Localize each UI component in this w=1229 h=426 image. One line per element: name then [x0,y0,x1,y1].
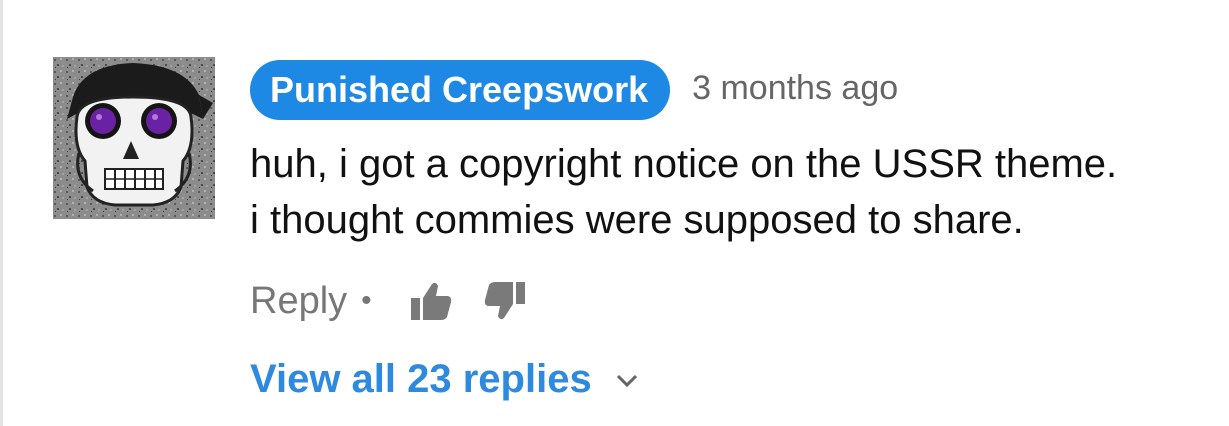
avatar[interactable] [53,57,215,219]
comment-header: Punished Creepswork 3 months ago [250,60,1210,120]
comment-actions: Reply • [250,276,1210,326]
skull-avatar-image [53,57,215,219]
comment-text: huh, i got a copyright notice on the USS… [250,136,1210,248]
reply-button[interactable]: Reply [250,276,347,326]
comment-body: Punished Creepswork 3 months ago huh, i … [250,60,1210,404]
thumbs-up-icon [410,282,451,320]
action-separator: • [361,284,372,317]
comment-timestamp[interactable]: 3 months ago [692,69,898,112]
comment-thread: Punished Creepswork 3 months ago huh, i … [0,0,1229,426]
view-replies-label: View all 23 replies [250,357,592,401]
like-button[interactable] [410,281,452,321]
view-replies-button[interactable]: View all 23 replies [250,354,1210,404]
author-name[interactable]: Punished Creepswork [250,60,671,120]
comment-text-line: i thought commies were supposed to share… [250,198,1024,242]
chevron-down-icon [616,370,638,388]
dislike-button[interactable] [484,281,526,321]
comment-text-line: huh, i got a copyright notice on the USS… [250,142,1118,186]
thumbs-down-icon [484,282,525,320]
